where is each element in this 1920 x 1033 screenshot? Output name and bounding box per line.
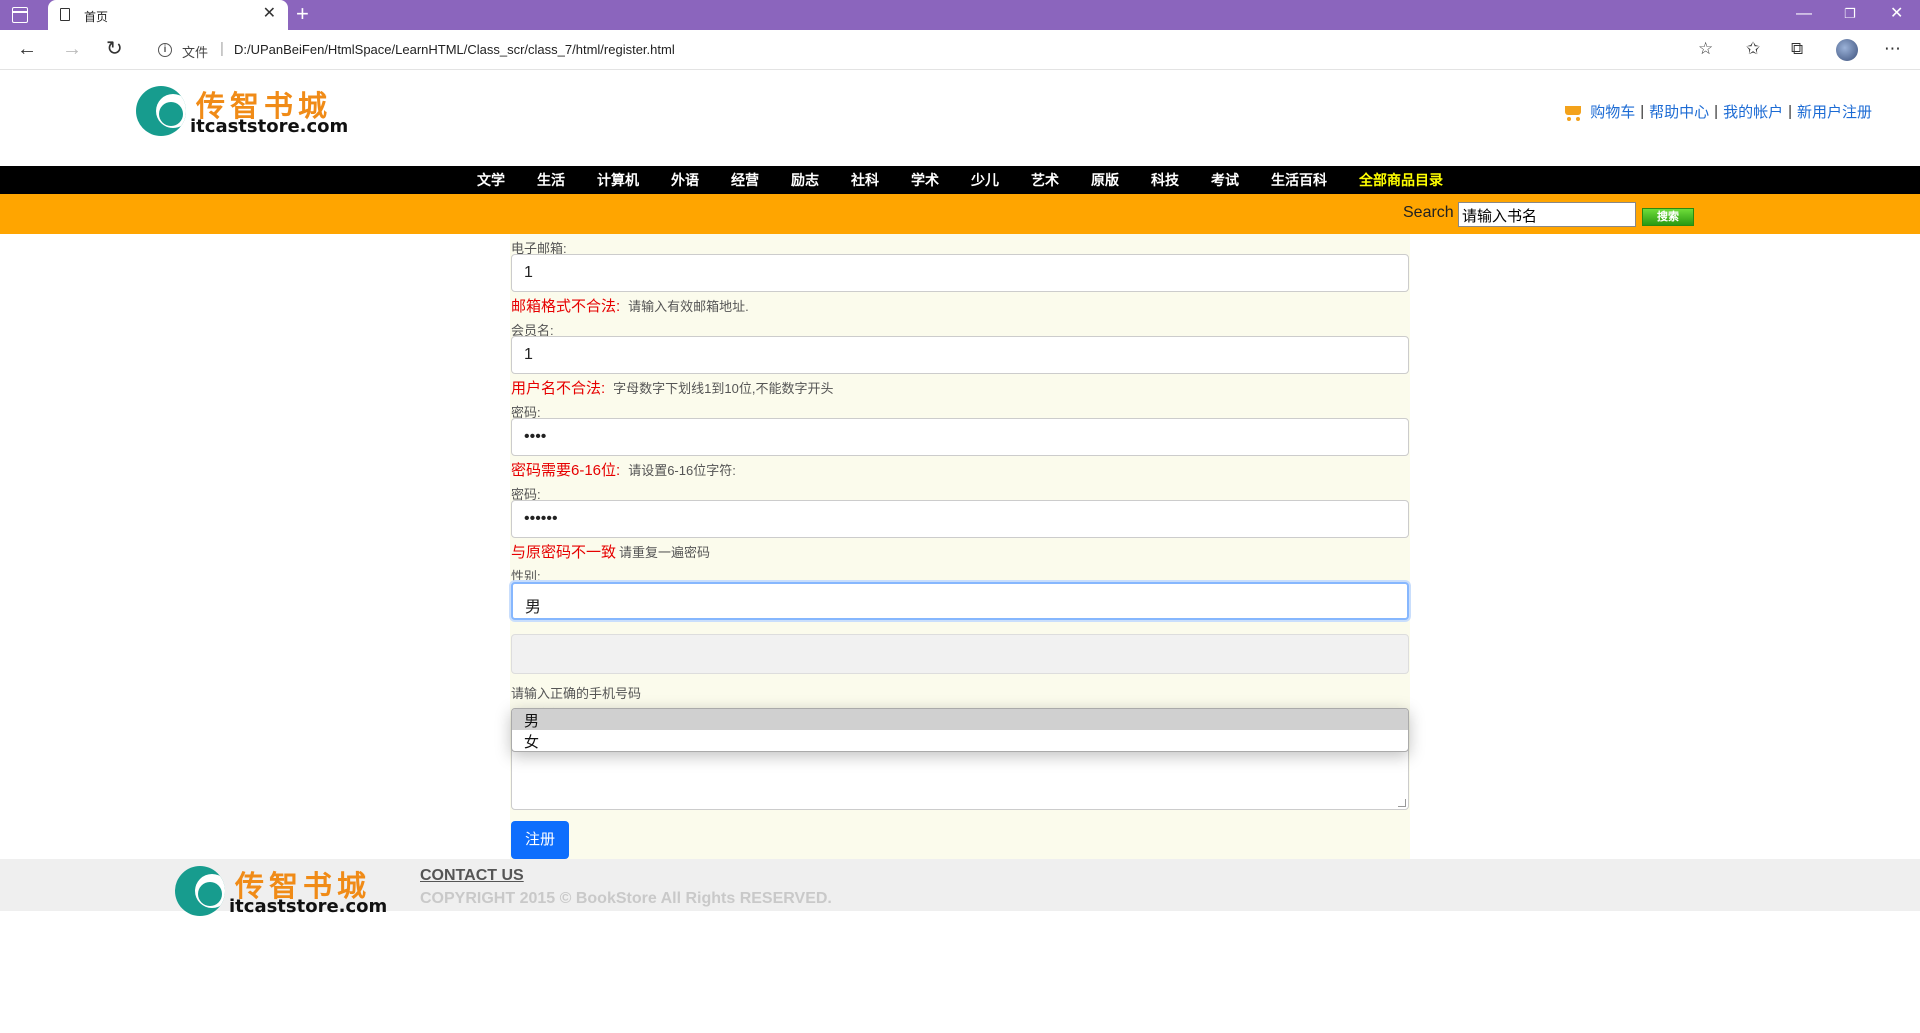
tab-actions-icon[interactable] (12, 7, 28, 23)
footer-logo[interactable]: 传智书城 itcaststore.com (175, 863, 387, 923)
nav-item[interactable]: 原版 (1091, 170, 1119, 190)
close-window-icon[interactable]: ✕ (1890, 5, 1903, 23)
gender-dropdown: 男 女 (511, 708, 1409, 752)
footer: 传智书城 itcaststore.com CONTACT US COPYRIGH… (0, 859, 1920, 917)
nav-item[interactable]: 励志 (791, 170, 819, 190)
url-text[interactable]: D:/UPanBeiFen/HtmlSpace/LearnHTML/Class_… (234, 42, 675, 57)
cart-link[interactable]: 购物车 (1590, 101, 1635, 122)
forward-icon[interactable]: → (62, 39, 82, 59)
page-icon (60, 8, 70, 21)
nav-item[interactable]: 艺术 (1031, 170, 1059, 190)
nav-item[interactable]: 学术 (911, 170, 939, 190)
repassword-hint: 请重复一遍密码 (619, 545, 711, 560)
new-tab-icon[interactable]: + (296, 3, 309, 25)
username-hint: 字母数字下划线1到10位,不能数字开头 (613, 381, 834, 396)
password-error-text: 密码需要6-16位: (511, 462, 621, 479)
register-link[interactable]: 新用户注册 (1797, 101, 1872, 122)
copyright-text: COPYRIGHT 2015 © BookStore All Rights RE… (420, 890, 832, 907)
nav-item[interactable]: 外语 (671, 170, 699, 190)
nav-item[interactable]: 社科 (851, 170, 879, 190)
restore-icon[interactable]: ❐ (1844, 5, 1856, 23)
back-icon[interactable]: ← (17, 39, 37, 59)
password-hint: 请设置6-16位字符: (628, 463, 736, 478)
nav-item[interactable]: 科技 (1151, 170, 1179, 190)
username-error: 用户名不合法: 字母数字下划线1到10位,不能数字开头 (511, 377, 833, 398)
nav-item[interactable]: 生活百科 (1271, 170, 1327, 190)
nav-item[interactable]: 考试 (1211, 170, 1239, 190)
password-field[interactable]: •••• (511, 418, 1409, 456)
link-separator: | (1640, 103, 1645, 120)
category-nav: 文学 生活 计算机 外语 经营 励志 社科 学术 少儿 艺术 原版 科技 考试 … (0, 166, 1920, 194)
nav-item-all-catalog[interactable]: 全部商品目录 (1359, 170, 1443, 190)
account-link[interactable]: 我的帐户 (1723, 101, 1783, 122)
refresh-icon[interactable]: ↻ (106, 39, 123, 59)
register-button[interactable]: 注册 (511, 821, 569, 859)
phone-hint: 请输入正确的手机号码 (511, 686, 642, 701)
logo-mark (136, 86, 186, 136)
site-logo[interactable]: 传智书城 itcaststore.com (136, 83, 348, 143)
email-error: 邮箱格式不合法: 请输入有效邮箱地址. (511, 295, 749, 316)
url-separator: | (220, 40, 224, 57)
search-input[interactable]: 请输入书名 (1458, 202, 1636, 227)
collections-icon[interactable]: ⧉ (1791, 40, 1803, 58)
register-form: 电子邮箱: 1 邮箱格式不合法: 请输入有效邮箱地址. 会员名: 1 用户名不合法… (510, 234, 1410, 859)
web-page: 传智书城 itcaststore.com 购物车 | 帮助中心 | 我的帐户 |… (0, 71, 1920, 1033)
favorites-icon[interactable]: ✩ (1746, 40, 1760, 58)
nav-item[interactable]: 经营 (731, 170, 759, 190)
phone-field[interactable] (511, 634, 1409, 674)
nav-item[interactable]: 少儿 (971, 170, 999, 190)
address-toolbar: ← → ↻ i 文件 | D:/UPanBeiFen/HtmlSpace/Lea… (0, 30, 1920, 70)
search-bar: Search 请输入书名 搜索 (0, 194, 1920, 234)
nav-item[interactable]: 计算机 (597, 170, 639, 190)
password-error: 密码需要6-16位: 请设置6-16位字符: (511, 459, 736, 480)
link-separator: | (1714, 103, 1719, 120)
cart-icon[interactable] (1562, 103, 1584, 121)
info-icon[interactable]: i (158, 43, 172, 57)
logo-mark (175, 866, 225, 916)
tab-close-icon[interactable]: ✕ (263, 5, 276, 23)
add-favorite-icon[interactable]: ☆ (1698, 40, 1713, 58)
search-label: Search (1403, 204, 1454, 221)
search-button[interactable]: 搜索 (1642, 208, 1694, 226)
link-separator: | (1788, 103, 1792, 120)
email-error-text: 邮箱格式不合法: (511, 298, 621, 315)
logo-english-text: itcaststore.com (229, 896, 388, 917)
nav-item[interactable]: 生活 (537, 170, 565, 190)
minimize-icon[interactable]: — (1796, 5, 1812, 23)
email-hint: 请输入有效邮箱地址. (628, 299, 749, 314)
gender-option[interactable]: 男 (512, 709, 1408, 730)
logo-english-text: itcaststore.com (190, 116, 349, 137)
profile-avatar[interactable] (1836, 39, 1858, 61)
username-error-text: 用户名不合法: (511, 380, 606, 397)
repassword-error: 与原密码不一致 请重复一遍密码 (511, 541, 710, 562)
repassword-field[interactable]: •••••• (511, 500, 1409, 538)
username-field[interactable]: 1 (511, 336, 1409, 374)
resize-handle-icon[interactable] (1398, 799, 1406, 807)
url-scheme-label: 文件 (182, 45, 209, 60)
nav-item[interactable]: 文学 (477, 170, 505, 190)
gender-select[interactable]: 男 (511, 582, 1409, 620)
help-link[interactable]: 帮助中心 (1649, 101, 1709, 122)
tab-title: 首页 (84, 10, 109, 24)
email-field[interactable]: 1 (511, 254, 1409, 292)
repassword-error-text: 与原密码不一致 (511, 544, 617, 561)
more-icon[interactable]: ⋯ (1884, 40, 1901, 58)
top-links: 购物车 | 帮助中心 | 我的帐户 | 新用户注册 (1562, 101, 1872, 122)
browser-tab[interactable]: 首页 ✕ (48, 0, 288, 30)
browser-tab-bar: 首页 ✕ + — ❐ ✕ (0, 0, 1920, 30)
address-bar[interactable]: i 文件 | D:/UPanBeiFen/HtmlSpace/LearnHTML… (144, 35, 1708, 65)
contact-us-link[interactable]: CONTACT US (420, 867, 524, 885)
gender-option[interactable]: 女 (512, 730, 1408, 751)
